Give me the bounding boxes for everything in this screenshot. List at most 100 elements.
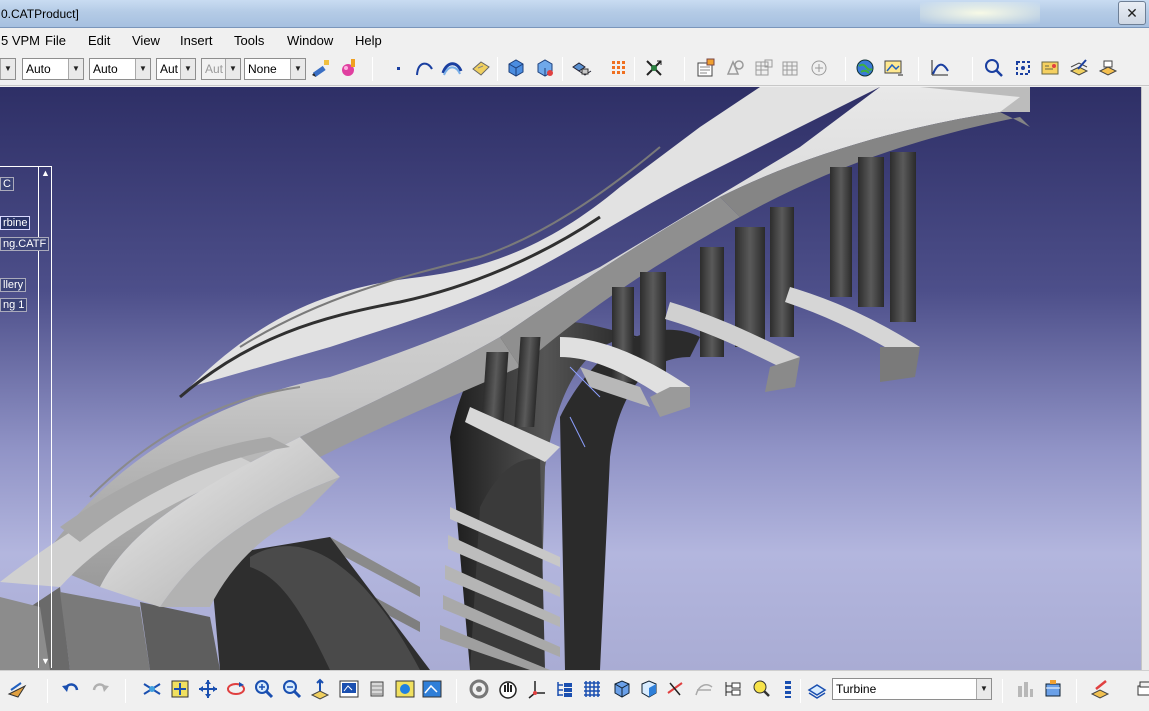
chevron-down-icon: ▼ <box>68 59 83 79</box>
manipulate-hand-icon[interactable] <box>497 678 519 700</box>
toolbar-separator <box>845 57 846 81</box>
product-icon[interactable] <box>505 57 527 79</box>
isometric-view-icon[interactable] <box>610 678 632 700</box>
titlebar-glow <box>920 2 1040 24</box>
tree-node-gallery[interactable]: llery <box>0 278 27 292</box>
grid-pattern-icon[interactable] <box>608 57 630 79</box>
swap-space-icon[interactable] <box>468 678 490 700</box>
menu-insert[interactable]: Insert <box>180 33 213 48</box>
multi-view-icon[interactable] <box>338 678 360 700</box>
measure-icon[interactable] <box>665 678 687 700</box>
toolbar-separator <box>918 57 919 81</box>
3d-viewport[interactable]: z x y <box>0 87 1141 670</box>
toolbar-separator <box>634 57 635 81</box>
color-combo[interactable]: ▼ <box>0 58 16 80</box>
graphic-properties-toolbar: ▼ Auto ▼ Auto ▼ Aut ▼ Aut ▼ None ▼ <box>0 52 1149 86</box>
front-view-icon[interactable] <box>637 678 659 700</box>
image-icon[interactable] <box>883 57 905 79</box>
sketch-disabled-icon <box>693 678 715 700</box>
point-icon[interactable] <box>388 57 410 79</box>
list-icon[interactable] <box>777 678 799 700</box>
assembly-constraint-icon[interactable] <box>570 57 592 79</box>
chevron-down-icon: ▼ <box>180 59 195 79</box>
point-type-combo: Aut ▼ <box>201 58 241 80</box>
toolbar-separator <box>47 679 48 703</box>
hierarchy-icon[interactable] <box>721 678 743 700</box>
toolbar-separator <box>800 679 801 703</box>
layer-edit-icon[interactable] <box>1068 57 1090 79</box>
chevron-down-icon: ▼ <box>976 679 991 699</box>
hide-show-icon[interactable] <box>421 678 443 700</box>
window-title: 0.CATProduct] <box>1 7 79 21</box>
normal-view-icon[interactable] <box>309 678 331 700</box>
grid-icon[interactable] <box>581 678 603 700</box>
layer-icon[interactable] <box>806 678 828 700</box>
tree-node-root[interactable]: C <box>0 177 14 191</box>
menu-window[interactable]: Window <box>287 33 333 48</box>
chevron-down-icon: ▼ <box>290 59 305 79</box>
part-body-icon[interactable] <box>470 57 492 79</box>
viewport-right-edge <box>1141 87 1149 670</box>
app-prefix-label: 5 VPM <box>1 33 41 48</box>
menu-file[interactable]: File <box>45 33 66 48</box>
compass-tool-icon[interactable] <box>643 57 665 79</box>
layer-filter-combo[interactable]: None ▼ <box>244 58 306 80</box>
quick-view-icon[interactable] <box>366 678 388 700</box>
fit-all-icon[interactable] <box>1012 57 1034 79</box>
axis-system-icon[interactable] <box>526 678 548 700</box>
toolbar-separator <box>1002 679 1003 703</box>
fit-all-in-icon[interactable] <box>169 678 191 700</box>
knowledge-disabled-icon <box>808 57 830 79</box>
filter-layer-icon[interactable] <box>1097 57 1119 79</box>
tree-expand-icon[interactable] <box>553 678 575 700</box>
tree-scroll-down-icon[interactable]: ▼ <box>41 656 50 666</box>
toolbar-separator <box>125 679 126 703</box>
globe-icon[interactable] <box>854 57 876 79</box>
fly-mode-icon[interactable] <box>6 678 28 700</box>
curve-analysis-icon[interactable] <box>929 57 951 79</box>
tree-scroll-up-icon[interactable]: ▲ <box>41 168 50 178</box>
print-icon[interactable] <box>1133 678 1149 700</box>
menu-help[interactable]: Help <box>355 33 382 48</box>
toolbar-separator <box>972 57 973 81</box>
shading-icon[interactable] <box>394 678 416 700</box>
properties-icon[interactable] <box>695 57 717 79</box>
transparency-value: Auto <box>26 62 51 76</box>
tree-node-turbine[interactable]: rbine <box>0 216 31 230</box>
menu-tools[interactable]: Tools <box>234 33 264 48</box>
fly-through-icon[interactable] <box>141 678 163 700</box>
zoom-out-icon[interactable] <box>281 678 303 700</box>
tree-node-casing[interactable]: ng.CATF <box>0 237 50 251</box>
catalog-disabled-icon <box>780 57 802 79</box>
layer-combo[interactable]: Turbine ▼ <box>832 678 992 700</box>
turbine-casing-model <box>0 87 1030 670</box>
transparency-combo[interactable]: Auto ▼ <box>22 58 84 80</box>
component-icon[interactable] <box>534 57 556 79</box>
section-icon[interactable] <box>1042 678 1064 700</box>
bar-chart-disabled-icon <box>1014 678 1036 700</box>
spline-icon[interactable] <box>414 57 436 79</box>
clash-analysis-icon[interactable] <box>1089 678 1111 700</box>
catalog-browser-icon[interactable] <box>1039 57 1061 79</box>
undo-icon[interactable] <box>60 678 82 700</box>
chevron-down-icon: ▼ <box>225 59 240 79</box>
surface-icon[interactable] <box>441 57 463 79</box>
linetype-combo[interactable]: Aut ▼ <box>156 58 196 80</box>
zoom-xn-icon[interactable] <box>983 57 1005 79</box>
line-thickness-combo[interactable]: Auto ▼ <box>89 58 151 80</box>
layer-combo-value: Turbine <box>836 682 877 696</box>
zoom-in-icon[interactable] <box>253 678 275 700</box>
toolbar-separator <box>1076 679 1077 703</box>
search-light-icon[interactable] <box>750 678 772 700</box>
close-button[interactable]: ✕ <box>1118 1 1146 25</box>
material-icon[interactable] <box>338 57 360 79</box>
rotate-icon[interactable] <box>225 678 247 700</box>
menu-edit[interactable]: Edit <box>88 33 110 48</box>
point-type-value: Aut <box>205 62 224 76</box>
chevron-down-icon: ▼ <box>135 59 150 79</box>
pan-icon[interactable] <box>197 678 219 700</box>
menu-bar: 5 VPM File Edit View Insert Tools Window… <box>0 28 1149 52</box>
painter-icon[interactable] <box>310 57 332 79</box>
menu-view[interactable]: View <box>132 33 160 48</box>
tree-node-ring[interactable]: ng 1 <box>0 298 28 312</box>
